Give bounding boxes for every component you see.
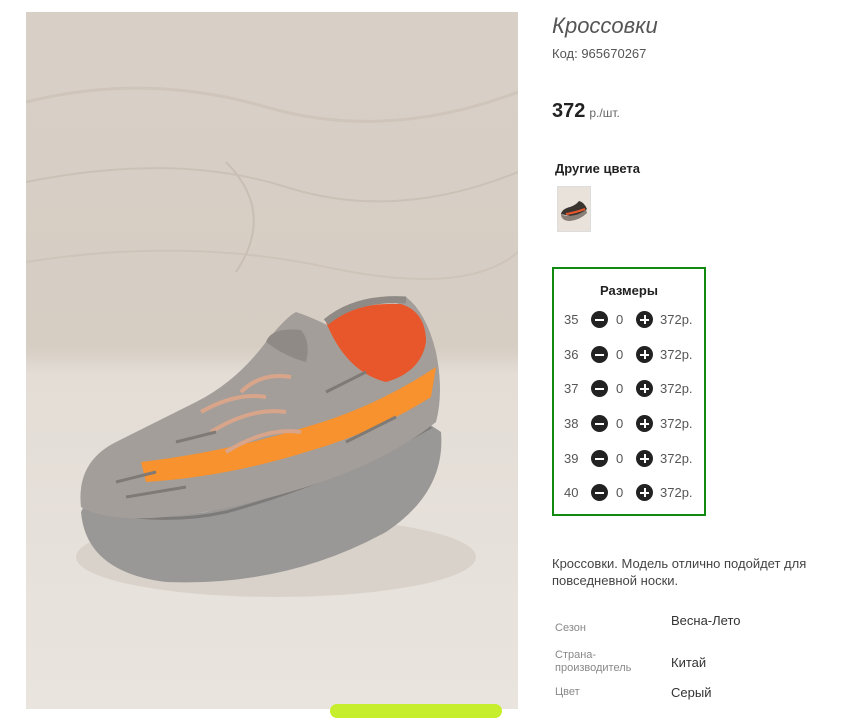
- property-value: Весна-Лето: [671, 613, 741, 628]
- decrease-quantity-button[interactable]: [591, 311, 608, 328]
- size-label: 35: [564, 312, 579, 327]
- size-label: 40: [564, 485, 579, 500]
- size-price: 372р.: [660, 416, 693, 431]
- price-value: 372: [552, 100, 586, 122]
- quantity-value: 0: [616, 312, 624, 327]
- size-row: 38 0 372р.: [554, 414, 704, 434]
- sizes-header: Размеры: [600, 283, 658, 298]
- decrease-quantity-button[interactable]: [591, 484, 608, 501]
- quantity-value: 0: [616, 451, 624, 466]
- product-photo[interactable]: [26, 12, 518, 709]
- size-label: 39: [564, 451, 579, 466]
- size-row: 35 0 372р.: [554, 310, 704, 330]
- increase-quantity-button[interactable]: [636, 484, 653, 501]
- sneaker-image: [26, 86, 518, 597]
- decrease-quantity-button[interactable]: [591, 380, 608, 397]
- size-price: 372р.: [660, 381, 693, 396]
- size-row: 37 0 372р.: [554, 379, 704, 399]
- sneaker-thumbnail-image: [561, 201, 587, 221]
- increase-quantity-button[interactable]: [636, 450, 653, 467]
- product-description: Кроссовки. Модель отлично подойдет для п…: [552, 556, 807, 588]
- increase-quantity-button[interactable]: [636, 415, 653, 432]
- quantity-value: 0: [616, 347, 624, 362]
- size-label: 36: [564, 347, 579, 362]
- add-to-cart-button[interactable]: [330, 704, 502, 718]
- color-variant-thumbnail[interactable]: [557, 186, 591, 232]
- decrease-quantity-button[interactable]: [591, 346, 608, 363]
- sizes-panel: Размеры 35 0 372р. 36 0 372р. 37 0 372р.…: [552, 267, 706, 516]
- product-title: Кроссовки: [552, 13, 658, 38]
- increase-quantity-button[interactable]: [636, 380, 653, 397]
- other-colors-label: Другие цвета: [555, 161, 640, 176]
- quantity-value: 0: [616, 485, 624, 500]
- size-label: 38: [564, 416, 579, 431]
- size-price: 372р.: [660, 451, 693, 466]
- product-price: 372 р./шт.: [552, 100, 620, 123]
- product-code: Код: 965670267: [552, 46, 647, 61]
- size-price: 372р.: [660, 347, 693, 362]
- size-row: 40 0 372р.: [554, 483, 704, 503]
- size-price: 372р.: [660, 312, 693, 327]
- quantity-value: 0: [616, 416, 624, 431]
- decrease-quantity-button[interactable]: [591, 450, 608, 467]
- property-value: Серый: [671, 685, 712, 700]
- size-label: 37: [564, 381, 579, 396]
- price-unit: р./шт.: [589, 106, 620, 120]
- size-row: 36 0 372р.: [554, 345, 704, 365]
- quantity-value: 0: [616, 381, 624, 396]
- property-key: Сезон: [555, 622, 586, 634]
- increase-quantity-button[interactable]: [636, 346, 653, 363]
- property-key: Цвет: [555, 686, 580, 698]
- size-price: 372р.: [660, 485, 693, 500]
- size-row: 39 0 372р.: [554, 449, 704, 469]
- property-key: Страна-производитель: [555, 649, 632, 674]
- property-value: Китай: [671, 655, 707, 670]
- decrease-quantity-button[interactable]: [591, 415, 608, 432]
- increase-quantity-button[interactable]: [636, 311, 653, 328]
